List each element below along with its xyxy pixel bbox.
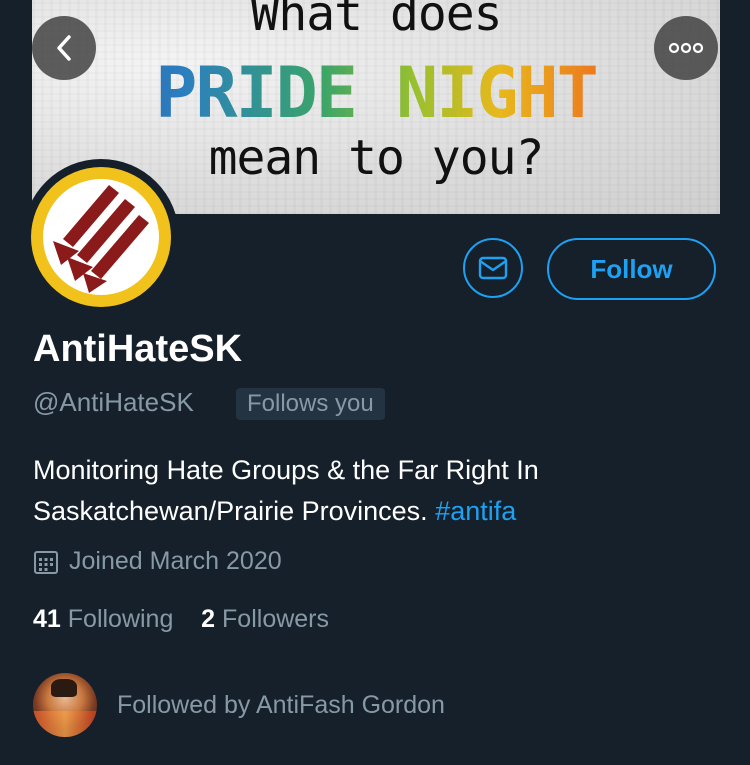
joined-date: Joined March 2020: [33, 547, 282, 576]
profile-avatar[interactable]: [23, 159, 179, 315]
following-label: Following: [67, 605, 174, 633]
following-link[interactable]: 41 Following: [33, 605, 173, 633]
avatar-ring: [31, 167, 171, 307]
bio-hashtag-link[interactable]: #antifa: [435, 496, 516, 526]
follow-button[interactable]: Follow: [547, 238, 716, 300]
back-button[interactable]: [32, 16, 96, 80]
chevron-left-icon: [57, 35, 71, 61]
follows-you-badge: Follows you: [236, 388, 385, 420]
followed-by-row[interactable]: Followed by AntiFash Gordon: [33, 673, 445, 737]
more-dots-icon: [668, 42, 704, 54]
follow-stats: 41 Following 2 Followers: [33, 605, 329, 634]
more-options-button[interactable]: [654, 16, 718, 80]
follower-avatar: [33, 673, 97, 737]
message-button[interactable]: [463, 238, 523, 298]
followed-by-text: Followed by AntiFash Gordon: [117, 690, 445, 719]
mail-icon: [478, 256, 508, 280]
three-arrows-logo: [43, 179, 159, 295]
joined-text: Joined March 2020: [69, 547, 282, 575]
profile-bio: Monitoring Hate Groups & the Far Right I…: [33, 450, 723, 532]
user-handle: @AntiHateSK: [33, 387, 194, 417]
calendar-icon: [33, 549, 59, 575]
banner-text-line1: What does: [250, 0, 502, 42]
following-count: 41: [33, 605, 61, 633]
followers-link[interactable]: 2 Followers: [201, 605, 329, 633]
followers-label: Followers: [222, 605, 330, 633]
display-name: AntiHateSK: [33, 328, 243, 370]
banner-text-line2: PRIDE NIGHT: [32, 52, 720, 134]
followers-count: 2: [201, 605, 216, 633]
